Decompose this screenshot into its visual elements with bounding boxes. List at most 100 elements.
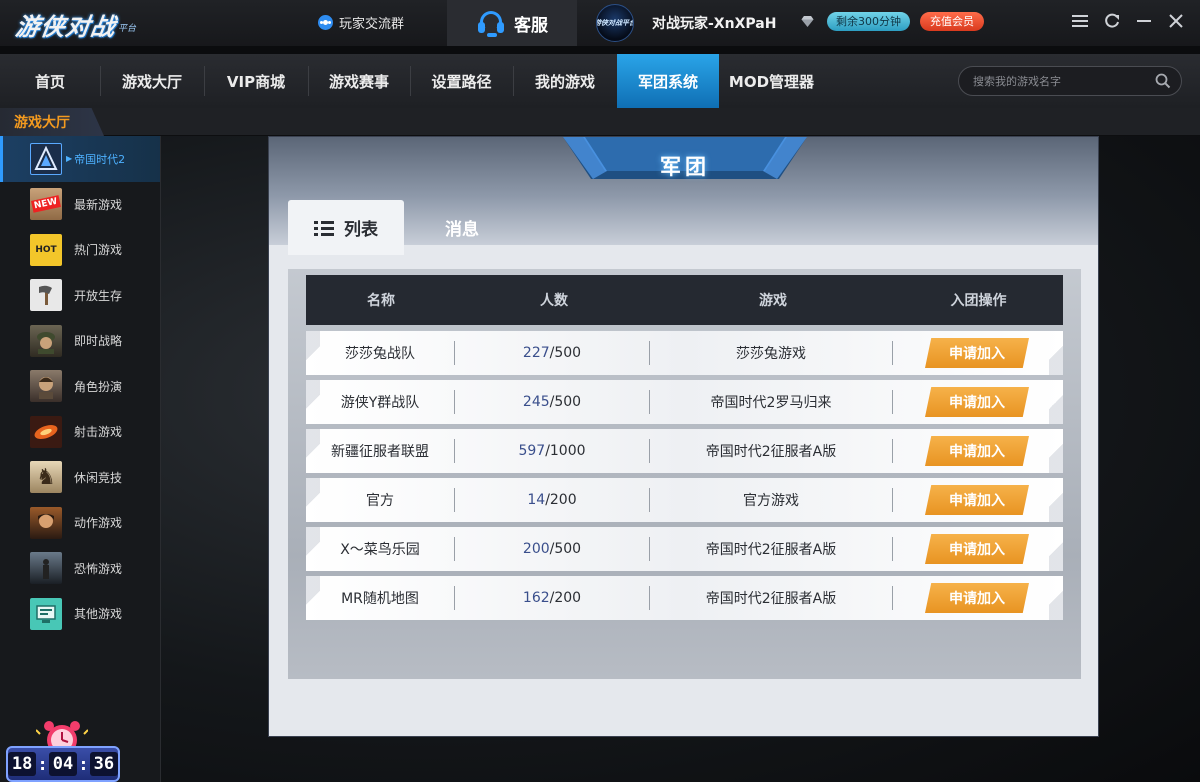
sidebar-item-shooter[interactable]: 射击游戏 [0, 409, 160, 455]
sidebar-item-rpg[interactable]: 角色扮演 [0, 364, 160, 410]
join-button[interactable]: 申请加入 [925, 583, 1029, 613]
sidebar-item-label: 休闲竞技 [74, 470, 123, 485]
minimize-icon [1137, 20, 1151, 22]
legion-members: 200/500 [522, 541, 582, 557]
table-row: X～菜鸟乐园 200/500 帝国时代2征服者A版 申请加入 [306, 527, 1063, 571]
player-group-label: 玩家交流群 [339, 17, 405, 32]
sidebar-item-label: 角色扮演 [74, 379, 123, 394]
sidebar-item-horror[interactable]: 恐怖游戏 [0, 546, 160, 592]
column-header-action: 入团操作 [950, 293, 1007, 309]
search-box [958, 66, 1182, 96]
column-header-members: 人数 [540, 293, 568, 309]
sidebar-item-label: 动作游戏 [74, 516, 123, 531]
tab-list[interactable]: 列表 [288, 200, 404, 255]
refresh-icon [1105, 13, 1119, 28]
hot-icon: HOT [30, 233, 62, 266]
sidebar-item-label: 最新游戏 [74, 197, 123, 212]
customer-service-button[interactable]: 客服 [447, 0, 577, 46]
sidebar-item-label: 开放生存 [74, 288, 123, 303]
sidebar-item-label: 其他游戏 [74, 607, 123, 622]
join-button[interactable]: 申请加入 [925, 387, 1029, 417]
nav-legion-system[interactable]: 军团系统 [617, 54, 719, 108]
avatar[interactable]: 游侠对战平台 [596, 4, 634, 42]
close-button[interactable] [1166, 10, 1186, 32]
nav-game-lobby[interactable]: 游戏大厅 [100, 54, 204, 108]
sidebar-item-aoe2[interactable]: ▶ 帝国时代2 [0, 136, 160, 182]
legion-name: X～菜鸟乐园 [340, 542, 420, 558]
title-bar: 游侠对战 平台 玩家交流群 客服 游侠对战平台 对战玩家-XnXPaH 剩余30… [0, 0, 1200, 46]
breadcrumb: 游戏大厅 [0, 108, 1200, 136]
legion-name: MR随机地图 [341, 591, 419, 607]
close-icon [1169, 14, 1183, 28]
nav-mod-manager[interactable]: MOD管理器 [719, 54, 824, 108]
table-row: MR随机地图 162/200 帝国时代2征服者A版 申请加入 [306, 576, 1063, 620]
sidebar-item-new-games[interactable]: NEW 最新游戏 [0, 182, 160, 228]
axe-icon [30, 279, 62, 312]
legion-members: 14/200 [527, 492, 577, 508]
clock-seconds: 36 [89, 752, 119, 776]
active-arrow-icon: ▶ [66, 154, 73, 164]
legion-name: 官方 [366, 493, 394, 509]
new-icon-text: NEW [31, 195, 61, 213]
sidebar-item-label: 热门游戏 [74, 243, 123, 258]
remaining-time-badge: 剩余300分钟 [827, 12, 910, 31]
minimize-button[interactable] [1134, 10, 1154, 32]
nav-tournaments[interactable]: 游戏赛事 [308, 54, 410, 108]
sidebar-item-hot-games[interactable]: HOT 热门游戏 [0, 227, 160, 273]
horror-icon [30, 552, 62, 585]
chess-knight-icon: ♞ [30, 461, 62, 494]
other-icon [30, 597, 62, 630]
player-group-link[interactable]: 玩家交流群 [318, 13, 404, 32]
diamond-icon [801, 16, 814, 27]
join-button[interactable]: 申请加入 [925, 436, 1029, 466]
sidebar-item-open-survival[interactable]: 开放生存 [0, 273, 160, 319]
recharge-vip-button[interactable]: 充值会员 [920, 12, 984, 31]
legion-game: 帝国时代2征服者A版 [705, 542, 837, 558]
menu-button[interactable] [1070, 10, 1090, 32]
table-row: 官方 14/200 官方游戏 申请加入 [306, 478, 1063, 522]
column-header-game: 游戏 [759, 293, 787, 309]
legion-name: 莎莎兔战队 [345, 346, 415, 362]
sidebar-item-action[interactable]: 动作游戏 [0, 500, 160, 546]
nav-my-games[interactable]: 我的游戏 [513, 54, 617, 108]
refresh-button[interactable] [1102, 10, 1122, 32]
breadcrumb-game-lobby[interactable]: 游戏大厅 [0, 108, 104, 136]
panel-title: 军团 [660, 155, 710, 179]
table-row: 新疆征服者联盟 597/1000 帝国时代2征服者A版 申请加入 [306, 429, 1063, 473]
sidebar-item-label: 即时战略 [74, 334, 123, 349]
soldier-icon [30, 324, 62, 357]
search-input[interactable] [973, 74, 1155, 88]
nav-settings-path[interactable]: 设置路径 [410, 54, 513, 108]
list-icon [314, 220, 334, 236]
legion-name: 游侠Y群战队 [340, 395, 420, 411]
nav-vip-mall[interactable]: VIP商城 [204, 54, 308, 108]
username[interactable]: 对战玩家-XnXPaH [652, 13, 776, 33]
legion-members: 245/500 [522, 394, 582, 410]
sidebar-item-other[interactable]: 其他游戏 [0, 591, 160, 637]
customer-service-label: 客服 [514, 15, 548, 36]
avatar-text: 游侠对战平台 [596, 19, 634, 27]
join-button[interactable]: 申请加入 [925, 485, 1029, 515]
legion-members: 227/500 [522, 345, 582, 361]
hot-icon-text: HOT [35, 244, 57, 255]
search-icon[interactable] [1155, 73, 1171, 89]
panel-tabs: 列表 消息 [288, 200, 520, 255]
legion-members: 597/1000 [518, 443, 586, 459]
sidebar-item-rts[interactable]: 即时战略 [0, 318, 160, 364]
join-button[interactable]: 申请加入 [925, 534, 1029, 564]
main-nav: 首页 游戏大厅 VIP商城 游戏赛事 设置路径 我的游戏 军团系统 MOD管理器 [0, 54, 1200, 108]
panel-header: 军团 列表 消息 [269, 137, 1098, 255]
join-button[interactable]: 申请加入 [925, 338, 1029, 368]
clock-widget[interactable]: 18 : 04 : 36 [6, 716, 120, 782]
tab-list-label: 列表 [344, 220, 378, 240]
table-row: 莎莎兔战队 227/500 莎莎兔游戏 申请加入 [306, 331, 1063, 375]
legion-game: 帝国时代2征服者A版 [705, 591, 837, 607]
legion-game: 官方游戏 [743, 493, 799, 509]
tab-messages[interactable]: 消息 [404, 200, 520, 255]
nav-home[interactable]: 首页 [0, 54, 100, 108]
sidebar-item-casual[interactable]: ♞ 休闲竞技 [0, 455, 160, 501]
table-header: 名称 人数 游戏 入团操作 [306, 275, 1063, 325]
sidebar-item-label: 射击游戏 [74, 425, 123, 440]
column-header-name: 名称 [367, 293, 395, 309]
action-icon [30, 506, 62, 539]
